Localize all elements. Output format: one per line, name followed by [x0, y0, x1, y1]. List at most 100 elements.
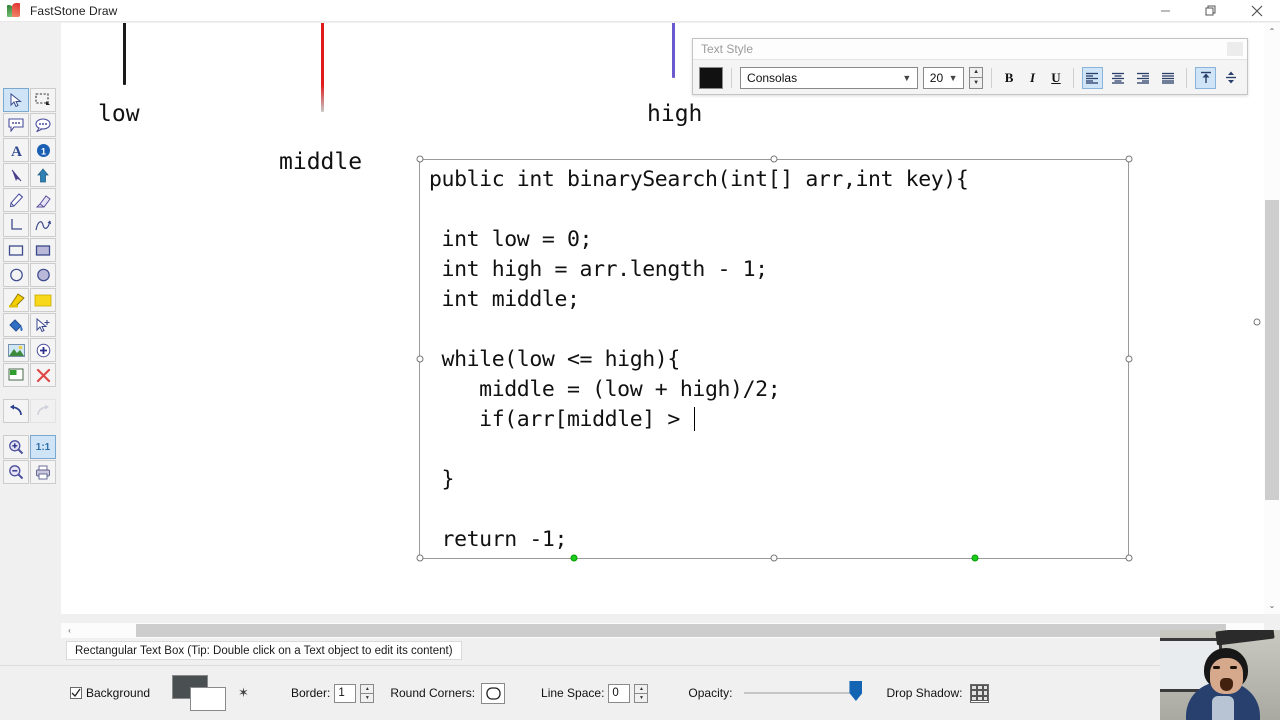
text-color-swatch[interactable] [699, 66, 724, 89]
border-width-stepper[interactable]: ▲ ▼ [360, 683, 375, 703]
filled-rect-tool[interactable] [30, 238, 56, 262]
opacity-slider-track[interactable] [744, 681, 863, 701]
stepper-down-icon[interactable]: ▼ [969, 77, 983, 89]
numbering-tool[interactable]: 1 [30, 138, 56, 162]
circle-plus-tool[interactable] [30, 338, 56, 362]
round-corners-button[interactable] [481, 682, 506, 704]
rect-select-tool[interactable] [30, 88, 56, 112]
zoom-out-button[interactable] [3, 460, 29, 484]
line-space-input[interactable]: 0 [608, 683, 631, 703]
crop-tool[interactable] [3, 363, 29, 387]
underline-button[interactable]: U [1047, 67, 1065, 89]
bold-button[interactable]: B [1000, 67, 1018, 89]
up-arrow-tool[interactable] [30, 163, 56, 187]
marker-line-middle[interactable] [321, 23, 324, 112]
scroll-left-arrow-icon[interactable]: ‹ [61, 623, 78, 638]
close-button[interactable] [1234, 0, 1280, 22]
drawing-canvas-area[interactable]: low middle high public int binarySearch(… [61, 23, 1280, 614]
vertical-scroll-thumb[interactable] [1265, 200, 1279, 500]
faststone-draw-window: FastStone Draw A 1 1:1 low middle high p… [0, 0, 1280, 720]
horizontal-scroll-thumb[interactable] [136, 624, 1226, 637]
picture-tool[interactable] [3, 338, 29, 362]
line-space-stepper[interactable]: ▲ ▼ [634, 683, 649, 703]
resize-handle-middle-right[interactable] [1125, 355, 1133, 363]
align-justify-button[interactable] [1158, 67, 1178, 89]
rotate-handle-bottom-left-green[interactable] [570, 554, 578, 562]
stepper-down-icon[interactable]: ▼ [634, 692, 649, 703]
text-box-content[interactable]: public int binarySearch(int[] arr,int ke… [429, 165, 1189, 614]
background-checkbox[interactable]: Background [70, 686, 150, 700]
ellipse-tool[interactable] [3, 263, 29, 287]
svg-text:A: A [11, 144, 22, 158]
align-center-button[interactable] [1108, 67, 1128, 89]
arrow-tool[interactable] [3, 163, 29, 187]
highlighter-tool[interactable] [3, 288, 29, 312]
scroll-up-arrow-icon[interactable]: ⌃ [1264, 23, 1280, 40]
resize-handle-bottom-right[interactable] [1125, 554, 1133, 562]
font-size-stepper[interactable]: ▲ ▼ [969, 66, 983, 89]
eraser-tool[interactable] [30, 188, 56, 212]
line-space-control: Line Space: 0 ▲ ▼ [541, 683, 649, 703]
font-family-select[interactable]: Consolas ▼ [740, 66, 918, 89]
pencil-tool[interactable] [3, 188, 29, 212]
tool-palette: A 1 1:1 [0, 23, 61, 637]
swap-colors-icon[interactable]: ✶ [238, 685, 249, 701]
print-button[interactable] [30, 460, 56, 484]
line-tool[interactable] [3, 213, 29, 237]
canvas-surface[interactable]: low middle high public int binarySearch(… [61, 23, 1280, 614]
cursor-plus-tool[interactable] [30, 313, 56, 337]
marker-line-low[interactable] [123, 23, 126, 85]
border-width-input[interactable]: 1 [334, 683, 357, 703]
vertical-scrollbar[interactable]: ⌃ ⌄ [1264, 23, 1280, 614]
valign-middle-button[interactable] [1221, 67, 1241, 89]
align-left-button[interactable] [1082, 66, 1103, 89]
stepper-up-icon[interactable]: ▲ [360, 683, 375, 693]
color-swatch-pair[interactable] [172, 675, 228, 711]
resize-handle-top-left[interactable] [416, 155, 424, 163]
underline-label: U [1051, 69, 1061, 85]
resize-handle-top-right[interactable] [1125, 155, 1133, 163]
canvas-handle-right-middle[interactable] [1253, 318, 1261, 326]
curve-tool[interactable] [30, 213, 56, 237]
foreground-color-swatch[interactable] [190, 687, 227, 711]
paint-bucket-tool[interactable] [3, 313, 29, 337]
resize-handle-top-center[interactable] [770, 155, 778, 163]
stepper-up-icon[interactable]: ▲ [634, 683, 649, 693]
align-right-button[interactable] [1133, 67, 1153, 89]
callout-oval-tool[interactable] [30, 113, 56, 137]
resize-handle-middle-left[interactable] [416, 355, 424, 363]
stepper-down-icon[interactable]: ▼ [360, 692, 375, 703]
undo-button[interactable] [3, 399, 29, 423]
zoom-in-button[interactable] [3, 435, 29, 459]
horizontal-scrollbar[interactable]: ‹ [61, 623, 1264, 638]
restore-button[interactable] [1188, 0, 1234, 22]
font-size-select[interactable]: 20 ▼ [922, 66, 965, 89]
select-tool[interactable] [3, 88, 29, 112]
rectangle-tool[interactable] [3, 238, 29, 262]
sticky-note-tool[interactable] [30, 288, 56, 312]
text-style-panel-close-button[interactable] [1227, 42, 1243, 56]
minimize-button[interactable] [1142, 0, 1188, 22]
redo-button [30, 399, 56, 423]
rotate-handle-bottom-right-green[interactable] [971, 554, 979, 562]
checkbox-checked-icon[interactable] [70, 687, 82, 699]
scroll-down-arrow-icon[interactable]: ⌄ [1264, 597, 1280, 614]
drop-shadow-button[interactable] [970, 683, 990, 703]
opacity-slider-thumb[interactable] [849, 681, 863, 701]
resize-handle-bottom-left[interactable] [416, 554, 424, 562]
vertical-scroll-track[interactable] [1264, 40, 1280, 597]
round-corners-control: Round Corners: [390, 682, 506, 704]
text-tool[interactable]: A [3, 138, 29, 162]
callout-rect-tool[interactable] [3, 113, 29, 137]
filled-ellipse-tool[interactable] [30, 263, 56, 287]
divider [990, 67, 992, 88]
resize-handle-bottom-center[interactable] [770, 554, 778, 562]
delete-tool[interactable] [30, 363, 56, 387]
zoom-actual-button[interactable]: 1:1 [30, 435, 56, 459]
text-style-panel-title: Text Style [693, 39, 1247, 60]
svg-text:1: 1 [40, 146, 45, 156]
stepper-up-icon[interactable]: ▲ [969, 66, 983, 77]
italic-button[interactable]: I [1023, 67, 1041, 89]
valign-top-button[interactable] [1195, 66, 1216, 89]
marker-line-high[interactable] [672, 23, 675, 78]
